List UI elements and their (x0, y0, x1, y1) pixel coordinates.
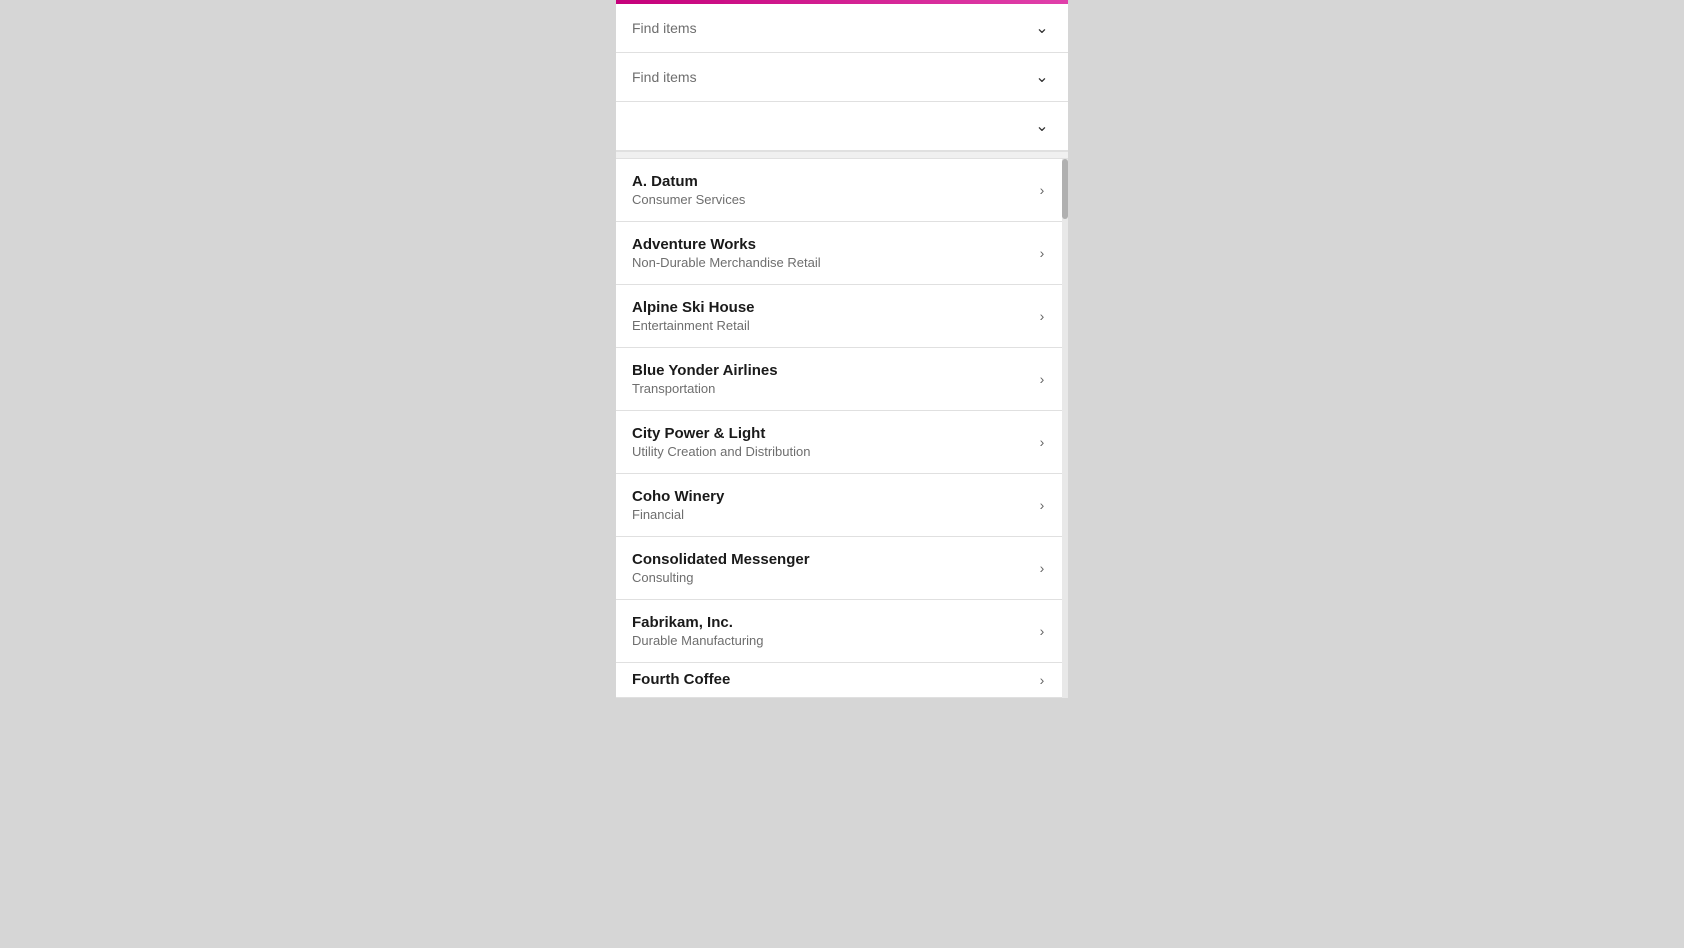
list-item-city-power-light[interactable]: City Power & Light Utility Creation and … (616, 411, 1068, 474)
filter-section: Find items ⌄ Find items ⌄ ⌄ (616, 4, 1068, 151)
list-item-adventure-works-chevron-right-icon: › (1032, 243, 1052, 263)
list-item-adventure-works-name: Adventure Works (632, 236, 1032, 253)
list-item-a-datum[interactable]: A. Datum Consumer Services › (616, 159, 1068, 222)
list-item-alpine-ski-house-name: Alpine Ski House (632, 299, 1032, 316)
list-item-blue-yonder-airlines-name: Blue Yonder Airlines (632, 362, 1032, 379)
list-item-blue-yonder-airlines-category: Transportation (632, 381, 1032, 396)
scrollbar-thumb[interactable] (1062, 159, 1068, 219)
list-item-adventure-works-content: Adventure Works Non-Durable Merchandise … (632, 236, 1032, 270)
list-item-fourth-coffee-chevron-right-icon: › (1032, 670, 1052, 690)
list-item-city-power-light-content: City Power & Light Utility Creation and … (632, 425, 1032, 459)
list-item-blue-yonder-airlines[interactable]: Blue Yonder Airlines Transportation › (616, 348, 1068, 411)
list-item-adventure-works[interactable]: Adventure Works Non-Durable Merchandise … (616, 222, 1068, 285)
filter-1-label: Find items (632, 20, 697, 36)
filter-3-chevron-down-icon: ⌄ (1032, 116, 1052, 136)
list-item-alpine-ski-house-content: Alpine Ski House Entertainment Retail (632, 299, 1032, 333)
list-item-fabrikam-chevron-right-icon: › (1032, 621, 1052, 641)
list-item-fabrikam-content: Fabrikam, Inc. Durable Manufacturing (632, 614, 1032, 648)
list-item-alpine-ski-house-chevron-right-icon: › (1032, 306, 1052, 326)
list-item-fourth-coffee-content: Fourth Coffee (632, 671, 1032, 690)
list-separator (616, 151, 1068, 159)
list-item-coho-winery-name: Coho Winery (632, 488, 1032, 505)
filter-1-chevron-down-icon: ⌄ (1032, 18, 1052, 38)
list-item-city-power-light-name: City Power & Light (632, 425, 1032, 442)
list-item-consolidated-messenger-chevron-right-icon: › (1032, 558, 1052, 578)
list-item-a-datum-name: A. Datum (632, 173, 1032, 190)
list-item-fourth-coffee-name: Fourth Coffee (632, 671, 1032, 688)
scrollbar-track (1062, 159, 1068, 698)
list-item-consolidated-messenger[interactable]: Consolidated Messenger Consulting › (616, 537, 1068, 600)
list-item-adventure-works-category: Non-Durable Merchandise Retail (632, 255, 1032, 270)
list-item-city-power-light-chevron-right-icon: › (1032, 432, 1052, 452)
list-item-consolidated-messenger-name: Consolidated Messenger (632, 551, 1032, 568)
filter-2[interactable]: Find items ⌄ (616, 53, 1068, 102)
filter-2-label: Find items (632, 69, 697, 85)
list-item-a-datum-chevron-right-icon: › (1032, 180, 1052, 200)
filter-3[interactable]: ⌄ (616, 102, 1068, 150)
list-item-fourth-coffee[interactable]: Fourth Coffee › (616, 663, 1068, 698)
list-item-city-power-light-category: Utility Creation and Distribution (632, 444, 1032, 459)
list-item-blue-yonder-airlines-content: Blue Yonder Airlines Transportation (632, 362, 1032, 396)
list-item-alpine-ski-house-category: Entertainment Retail (632, 318, 1032, 333)
accounts-list: A. Datum Consumer Services › Adventure W… (616, 159, 1068, 698)
list-item-consolidated-messenger-content: Consolidated Messenger Consulting (632, 551, 1032, 585)
list-item-coho-winery-chevron-right-icon: › (1032, 495, 1052, 515)
list-item-a-datum-content: A. Datum Consumer Services (632, 173, 1032, 207)
list-item-a-datum-category: Consumer Services (632, 192, 1032, 207)
list-item-blue-yonder-airlines-chevron-right-icon: › (1032, 369, 1052, 389)
filter-2-chevron-down-icon: ⌄ (1032, 67, 1052, 87)
list-item-fabrikam[interactable]: Fabrikam, Inc. Durable Manufacturing › (616, 600, 1068, 663)
list-item-consolidated-messenger-category: Consulting (632, 570, 1032, 585)
list-item-coho-winery-content: Coho Winery Financial (632, 488, 1032, 522)
list-item-coho-winery-category: Financial (632, 507, 1032, 522)
main-panel: Find items ⌄ Find items ⌄ ⌄ A. Datum Con… (616, 4, 1068, 698)
list-item-alpine-ski-house[interactable]: Alpine Ski House Entertainment Retail › (616, 285, 1068, 348)
list-item-fabrikam-name: Fabrikam, Inc. (632, 614, 1032, 631)
list-item-coho-winery[interactable]: Coho Winery Financial › (616, 474, 1068, 537)
filter-1[interactable]: Find items ⌄ (616, 4, 1068, 53)
list-item-fabrikam-category: Durable Manufacturing (632, 633, 1032, 648)
